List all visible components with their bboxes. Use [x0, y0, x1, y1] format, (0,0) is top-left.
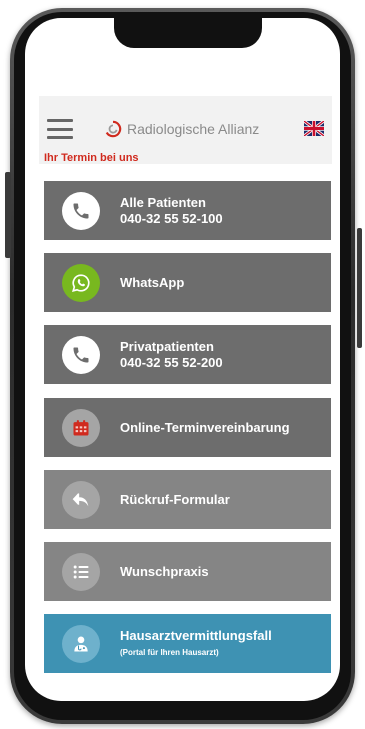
whatsapp-button[interactable]: WhatsApp: [44, 253, 331, 312]
call-all-patients-button[interactable]: Alle Patienten 040-32 55 52-100: [44, 181, 331, 240]
uk-flag-icon[interactable]: [304, 121, 324, 136]
brand-name: Radiologische Allianz: [127, 121, 260, 137]
reply-icon: [62, 480, 100, 519]
brand-swirl-icon: [105, 120, 122, 138]
button-label: Alle Patienten: [120, 194, 206, 210]
phone-number: 040-32 55 52-200: [120, 354, 223, 370]
button-label: Rückruf-Formular: [120, 491, 230, 507]
calendar-icon: [62, 408, 100, 447]
gp-referral-button[interactable]: Hausarztvermittlungsfall (Portal für Ihr…: [44, 614, 331, 673]
callback-form-button[interactable]: Rückruf-Formular: [44, 470, 331, 529]
button-sublabel: (Portal für Ihren Hausarzt): [120, 647, 219, 657]
list-icon: [62, 552, 100, 591]
phone-number: 040-32 55 52-100: [120, 210, 223, 226]
button-label: Wunschpraxis: [120, 563, 209, 579]
preferred-practice-button[interactable]: Wunschpraxis: [44, 542, 331, 601]
hamburger-menu-icon[interactable]: [47, 119, 73, 139]
online-booking-button[interactable]: Online-Terminvereinbarung: [44, 398, 331, 457]
button-label: WhatsApp: [120, 274, 185, 290]
phone-side-button: [5, 172, 11, 258]
button-label: Online-Terminvereinbarung: [120, 419, 290, 435]
phone-power-button: [357, 228, 362, 348]
phone-icon: [62, 335, 100, 374]
whatsapp-icon: [62, 263, 100, 302]
phone-notch: [114, 18, 262, 48]
brand-logo[interactable]: Radiologische Allianz: [104, 120, 259, 138]
button-label: Hausarztvermittlungsfall: [120, 627, 272, 643]
call-private-patients-button[interactable]: Privatpatienten 040-32 55 52-200: [44, 325, 331, 384]
phone-icon: [62, 191, 100, 230]
doctor-icon: [62, 624, 100, 663]
button-label: Privatpatienten: [120, 338, 214, 354]
appointment-heading: Ihr Termin bei uns: [44, 152, 139, 164]
